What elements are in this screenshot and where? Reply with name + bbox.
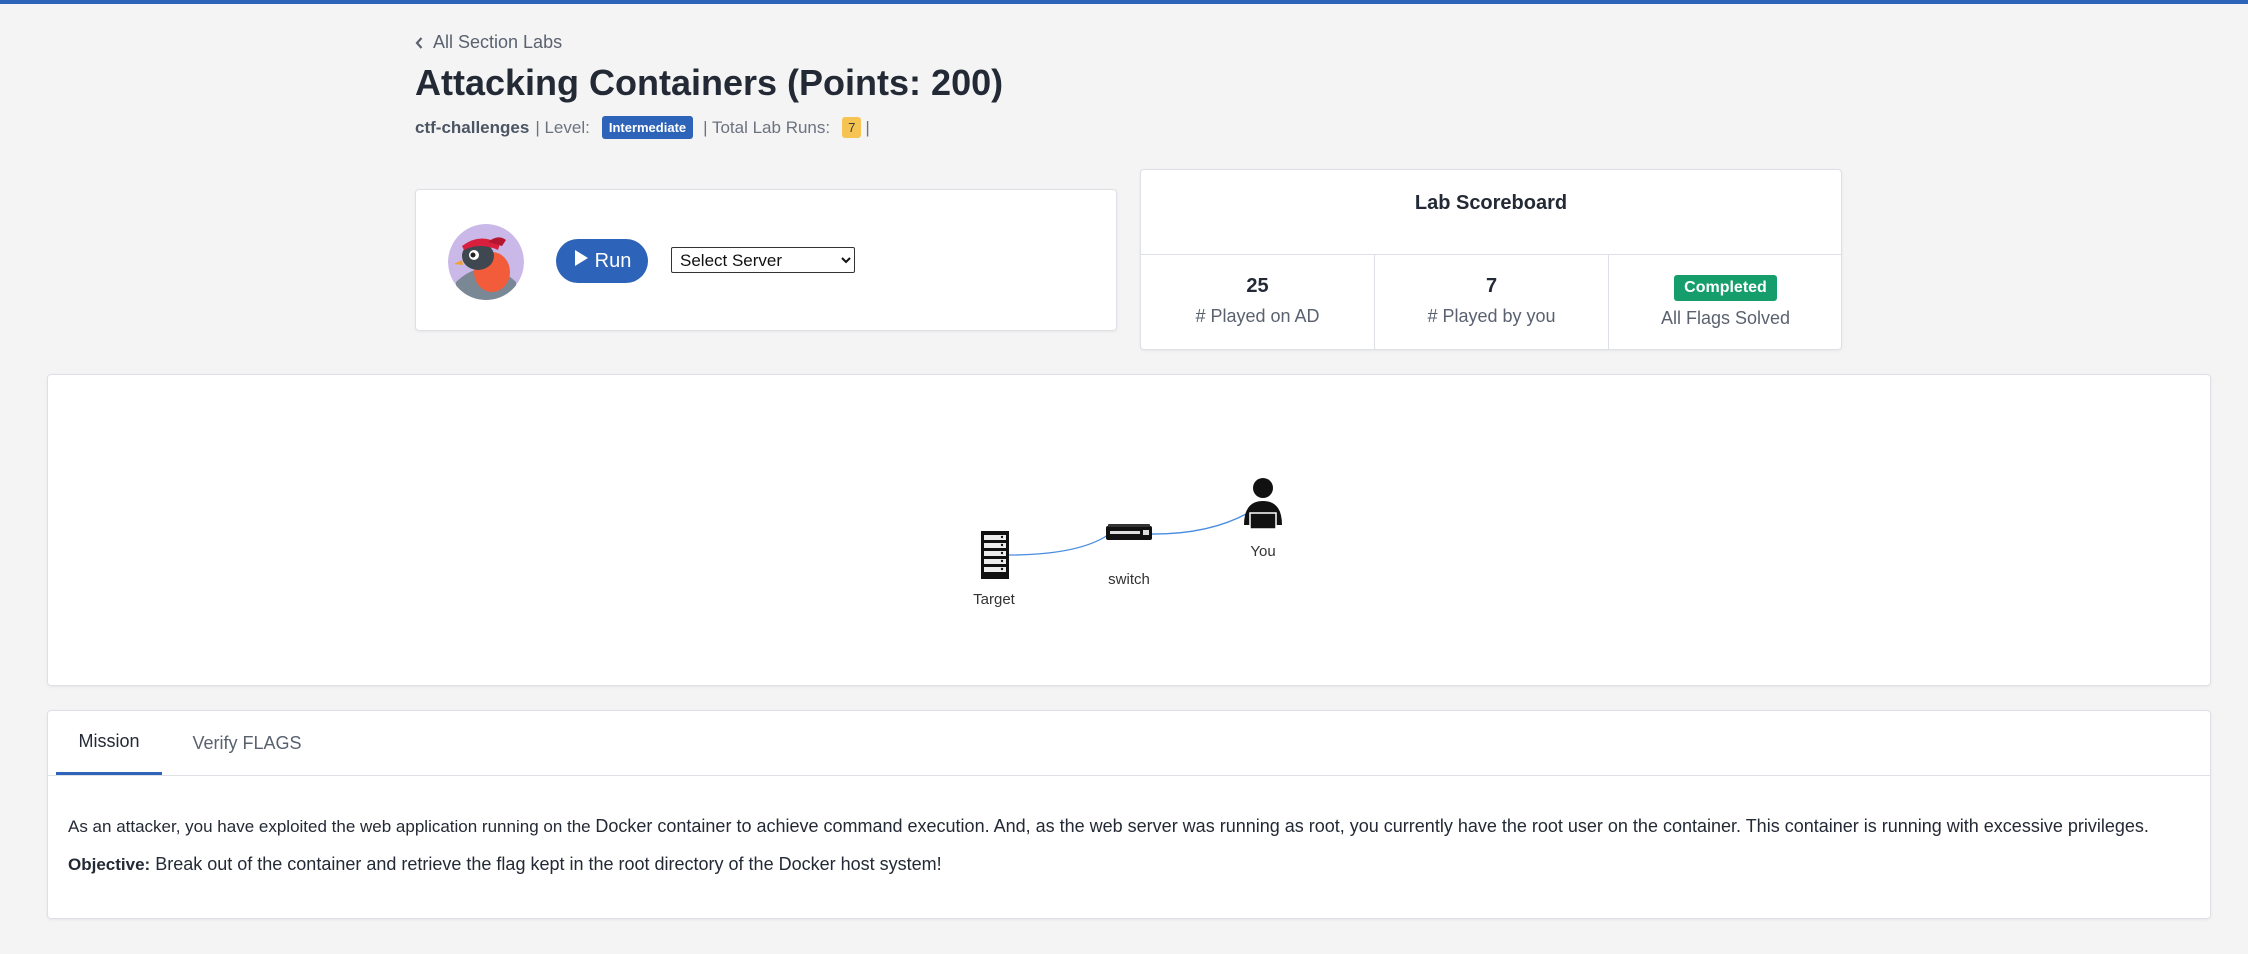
- run-button[interactable]: Run: [556, 239, 648, 283]
- mission-text-part1: As an attacker, you have exploited the w…: [68, 817, 591, 836]
- played-by-you-value: 7: [1485, 275, 1498, 297]
- hacker-user-icon[interactable]: [1244, 478, 1282, 530]
- played-by-you-label: # Played by you: [1427, 306, 1556, 326]
- scoreboard-title: Lab Scoreboard: [1414, 192, 1568, 214]
- tab-verify-flags[interactable]: Verify FLAGS: [172, 711, 322, 775]
- node-label-you: You: [1250, 543, 1276, 560]
- chevron-left-icon: [415, 36, 423, 49]
- tabs-divider: [48, 775, 2210, 776]
- tab-mission[interactable]: Mission: [56, 711, 162, 775]
- status-badge: Completed: [1674, 275, 1777, 301]
- stat-played-by-you: 7 # Played by you: [1374, 255, 1608, 349]
- level-badge: Intermediate: [601, 116, 694, 139]
- mission-text-part2: Docker container to achieve command exec…: [595, 816, 2149, 836]
- back-to-section-labs-link[interactable]: All Section Labs: [415, 32, 562, 53]
- node-label-switch: switch: [1108, 571, 1150, 588]
- mission-description: As an attacker, you have exploited the w…: [68, 814, 2188, 839]
- link-switch-you: [1147, 512, 1249, 535]
- node-label-target: Target: [973, 591, 1015, 608]
- topology-diagram: [981, 478, 1282, 579]
- mission-objective: Objective: Break out of the container an…: [68, 854, 942, 875]
- level-prefix: | Level:: [535, 117, 590, 137]
- network-topology-panel: Target switch You: [47, 374, 2211, 686]
- runs-prefix: | Total Lab Runs:: [703, 117, 831, 137]
- lab-category: ctf-challenges: [415, 117, 530, 137]
- played-on-ad-label: # Played on AD: [1195, 306, 1320, 326]
- lab-scoreboard: Lab Scoreboard 25 # Played on AD 7 # Pla…: [1140, 169, 1842, 350]
- server-rack-icon[interactable]: [981, 531, 1009, 579]
- run-panel: Run Select Server: [415, 189, 1117, 331]
- top-accent-bar: [0, 0, 2248, 4]
- link-target-switch: [1007, 534, 1109, 556]
- objective-text: Break out of the container and retrieve …: [155, 854, 942, 874]
- stat-played-on-ad: 25 # Played on AD: [1141, 255, 1374, 349]
- mission-tabs-panel: Mission Verify FLAGS As an attacker, you…: [47, 710, 2211, 919]
- trailing-separator: |: [865, 117, 870, 137]
- lab-meta: ctf-challenges | Level: Intermediate | T…: [415, 116, 870, 139]
- back-link-label: All Section Labs: [433, 32, 563, 52]
- network-switch-icon[interactable]: [1106, 524, 1152, 540]
- play-icon: [573, 249, 589, 273]
- total-runs-badge: 7: [842, 117, 862, 138]
- played-on-ad-value: 25: [1246, 275, 1269, 297]
- run-button-label: Run: [594, 249, 632, 272]
- page-title: Attacking Containers (Points: 200): [415, 62, 1004, 103]
- objective-label: Objective:: [68, 855, 151, 874]
- status-label: All Flags Solved: [1660, 308, 1791, 328]
- stat-status: Completed All Flags Solved: [1608, 255, 1842, 349]
- server-select[interactable]: Select Server: [671, 247, 855, 273]
- lab-avatar: [448, 224, 524, 300]
